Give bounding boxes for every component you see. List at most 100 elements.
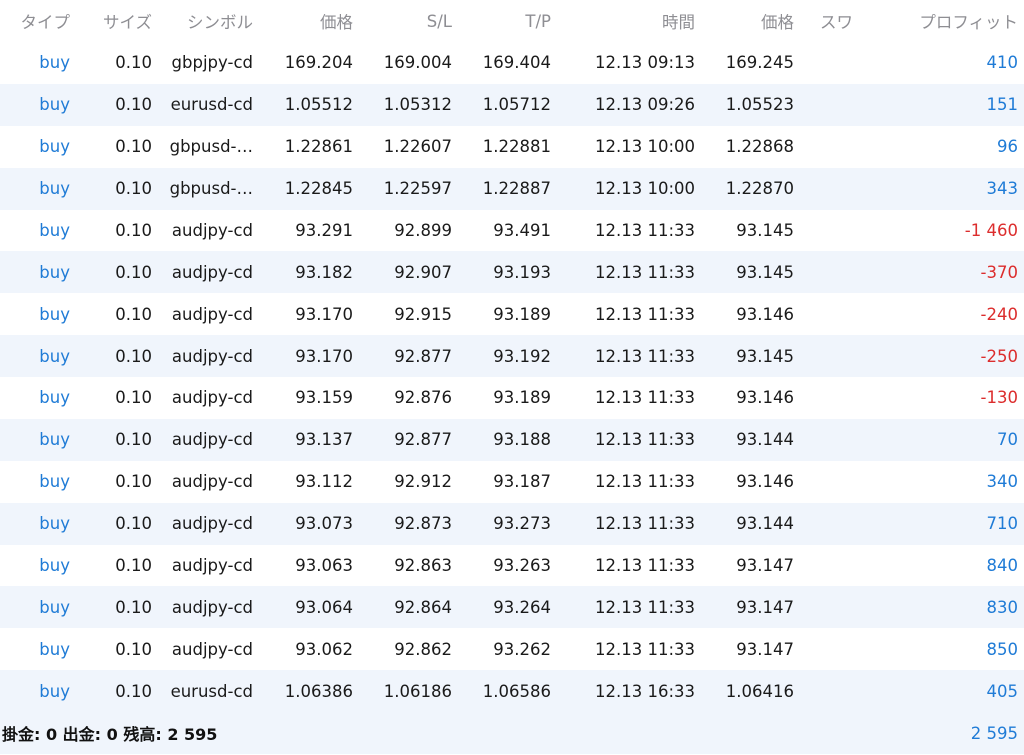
trade-type: buy (39, 639, 70, 659)
profit: -370 (980, 262, 1018, 282)
open-time: 12.13 09:13 (594, 53, 695, 73)
trade-type: buy (39, 53, 70, 73)
take-profit: 93.189 (493, 304, 551, 324)
open-time: 12.13 11:33 (594, 555, 695, 575)
table-row[interactable]: buy 0.10 gbpusd-… 1.22861 1.22607 1.22881 12.1… (0, 126, 1024, 168)
open-time: 12.13 10:00 (594, 137, 695, 157)
current-price: 93.147 (736, 597, 794, 617)
trade-type: buy (39, 137, 70, 157)
table-row[interactable]: buy 0.10 eurusd-cd 1.05512 1.05312 1.05712 12.… (0, 83, 1024, 126)
trade-symbol: audjpy-cd (171, 514, 253, 534)
trade-symbol: audjpy-cd (171, 220, 253, 240)
trade-symbol: audjpy-cd (171, 639, 253, 659)
table-row[interactable]: buy 0.10 eurusd-cd 1.06386 1.06186 1.06586 12.… (0, 670, 1024, 712)
current-price: 93.145 (736, 220, 794, 240)
current-price: 1.05523 (725, 95, 794, 115)
current-price: 93.144 (736, 514, 794, 534)
profit: 343 (986, 179, 1019, 199)
table-row[interactable]: buy 0.10 audjpy-cd 93.064 92.864 93.264 12.13 … (0, 586, 1024, 629)
trade-size: 0.10 (115, 95, 152, 115)
trade-type: buy (39, 555, 70, 575)
trade-size: 0.10 (115, 639, 152, 659)
table-row[interactable]: buy 0.10 audjpy-cd 93.062 92.862 93.262 12.13 … (0, 628, 1024, 670)
header-price[interactable]: 価格 (253, 9, 353, 33)
trade-size: 0.10 (115, 681, 152, 701)
trade-symbol: eurusd-cd (170, 681, 253, 701)
open-price: 93.170 (295, 304, 353, 324)
table-row[interactable]: buy 0.10 audjpy-cd 93.170 92.877 93.192 12.13 … (0, 335, 1024, 377)
take-profit: 1.22881 (482, 137, 551, 157)
stop-loss: 1.22597 (383, 179, 452, 199)
open-time: 12.13 11:33 (594, 220, 695, 240)
stop-loss: 169.004 (383, 53, 452, 73)
trade-symbol: audjpy-cd (171, 597, 253, 617)
profit: 70 (997, 430, 1018, 450)
current-price: 169.245 (725, 53, 794, 73)
table-row[interactable]: buy 0.10 audjpy-cd 93.159 92.876 93.189 12.13 … (0, 377, 1024, 419)
profit: 840 (986, 555, 1019, 575)
current-price: 93.145 (736, 346, 794, 366)
header-current-price[interactable]: 価格 (695, 9, 794, 33)
take-profit: 93.263 (493, 555, 551, 575)
trade-size: 0.10 (115, 472, 152, 492)
open-time: 12.13 11:33 (594, 346, 695, 366)
header-time[interactable]: 時間 (551, 9, 695, 33)
open-price: 93.073 (295, 514, 353, 534)
trade-symbol: audjpy-cd (171, 262, 253, 282)
current-price: 93.146 (736, 304, 794, 324)
open-price: 93.064 (295, 597, 353, 617)
current-price: 93.146 (736, 472, 794, 492)
table-row[interactable]: buy 0.10 audjpy-cd 93.182 92.907 93.193 12.13 … (0, 251, 1024, 294)
profit: 96 (997, 137, 1018, 157)
profit: -130 (980, 388, 1018, 408)
profit: 151 (986, 95, 1019, 115)
trade-size: 0.10 (115, 555, 152, 575)
take-profit: 93.189 (493, 388, 551, 408)
take-profit: 93.262 (493, 639, 551, 659)
header-type[interactable]: タイプ (0, 9, 71, 33)
stop-loss: 92.876 (394, 388, 452, 408)
open-time: 12.13 11:33 (594, 262, 695, 282)
trade-type: buy (39, 346, 70, 366)
stop-loss: 92.912 (394, 472, 452, 492)
table-row[interactable]: buy 0.10 audjpy-cd 93.291 92.899 93.491 12.13 … (0, 210, 1024, 252)
take-profit: 93.188 (493, 430, 551, 450)
stop-loss: 92.862 (394, 639, 452, 659)
current-price: 93.144 (736, 430, 794, 450)
trade-size: 0.10 (115, 388, 152, 408)
header-size[interactable]: サイズ (70, 9, 152, 33)
stop-loss: 92.877 (394, 346, 452, 366)
header-sl[interactable]: S/L (353, 12, 452, 31)
stop-loss: 92.877 (394, 430, 452, 450)
table-row[interactable]: buy 0.10 audjpy-cd 93.073 92.873 93.273 12.13 … (0, 502, 1024, 545)
header-tp[interactable]: T/P (452, 12, 551, 31)
table-body: buy 0.10 gbpjpy-cd 169.204 169.004 169.404 12.… (0, 42, 1024, 712)
profit: 850 (986, 639, 1019, 659)
table-row[interactable]: buy 0.10 audjpy-cd 93.063 92.863 93.263 12.13 … (0, 545, 1024, 587)
table-row[interactable]: buy 0.10 audjpy-cd 93.112 92.912 93.187 12.13 … (0, 461, 1024, 503)
header-symbol[interactable]: シンボル (152, 9, 253, 33)
table-row[interactable]: buy 0.10 audjpy-cd 93.137 92.877 93.188 12.13 … (0, 418, 1024, 461)
header-profit[interactable]: プロフィット (854, 9, 1024, 33)
open-time: 12.13 11:33 (594, 597, 695, 617)
trade-symbol: audjpy-cd (171, 388, 253, 408)
current-price: 1.06416 (725, 681, 794, 701)
take-profit: 1.22887 (482, 179, 551, 199)
trade-type: buy (39, 262, 70, 282)
header-swap[interactable]: スワ… (794, 9, 854, 33)
current-price: 1.22870 (725, 179, 794, 199)
table-row[interactable]: buy 0.10 gbpjpy-cd 169.204 169.004 169.404 12.… (0, 42, 1024, 84)
trade-symbol: audjpy-cd (171, 304, 253, 324)
open-time: 12.13 09:26 (594, 95, 695, 115)
trade-symbol: audjpy-cd (171, 555, 253, 575)
open-price: 93.170 (295, 346, 353, 366)
table-row[interactable]: buy 0.10 audjpy-cd 93.170 92.915 93.189 12.13 … (0, 293, 1024, 335)
stop-loss: 92.864 (394, 597, 452, 617)
take-profit: 93.187 (493, 472, 551, 492)
trade-symbol: gbpusd-… (169, 179, 253, 199)
stop-loss: 1.06186 (383, 681, 452, 701)
trade-table: タイプ サイズ シンボル 価格 S/L T/P 時間 価格 スワ… プロフィット… (0, 0, 1024, 754)
take-profit: 169.404 (482, 53, 551, 73)
trade-symbol: audjpy-cd (171, 346, 253, 366)
table-row[interactable]: buy 0.10 gbpusd-… 1.22845 1.22597 1.22887 12.1… (0, 167, 1024, 210)
